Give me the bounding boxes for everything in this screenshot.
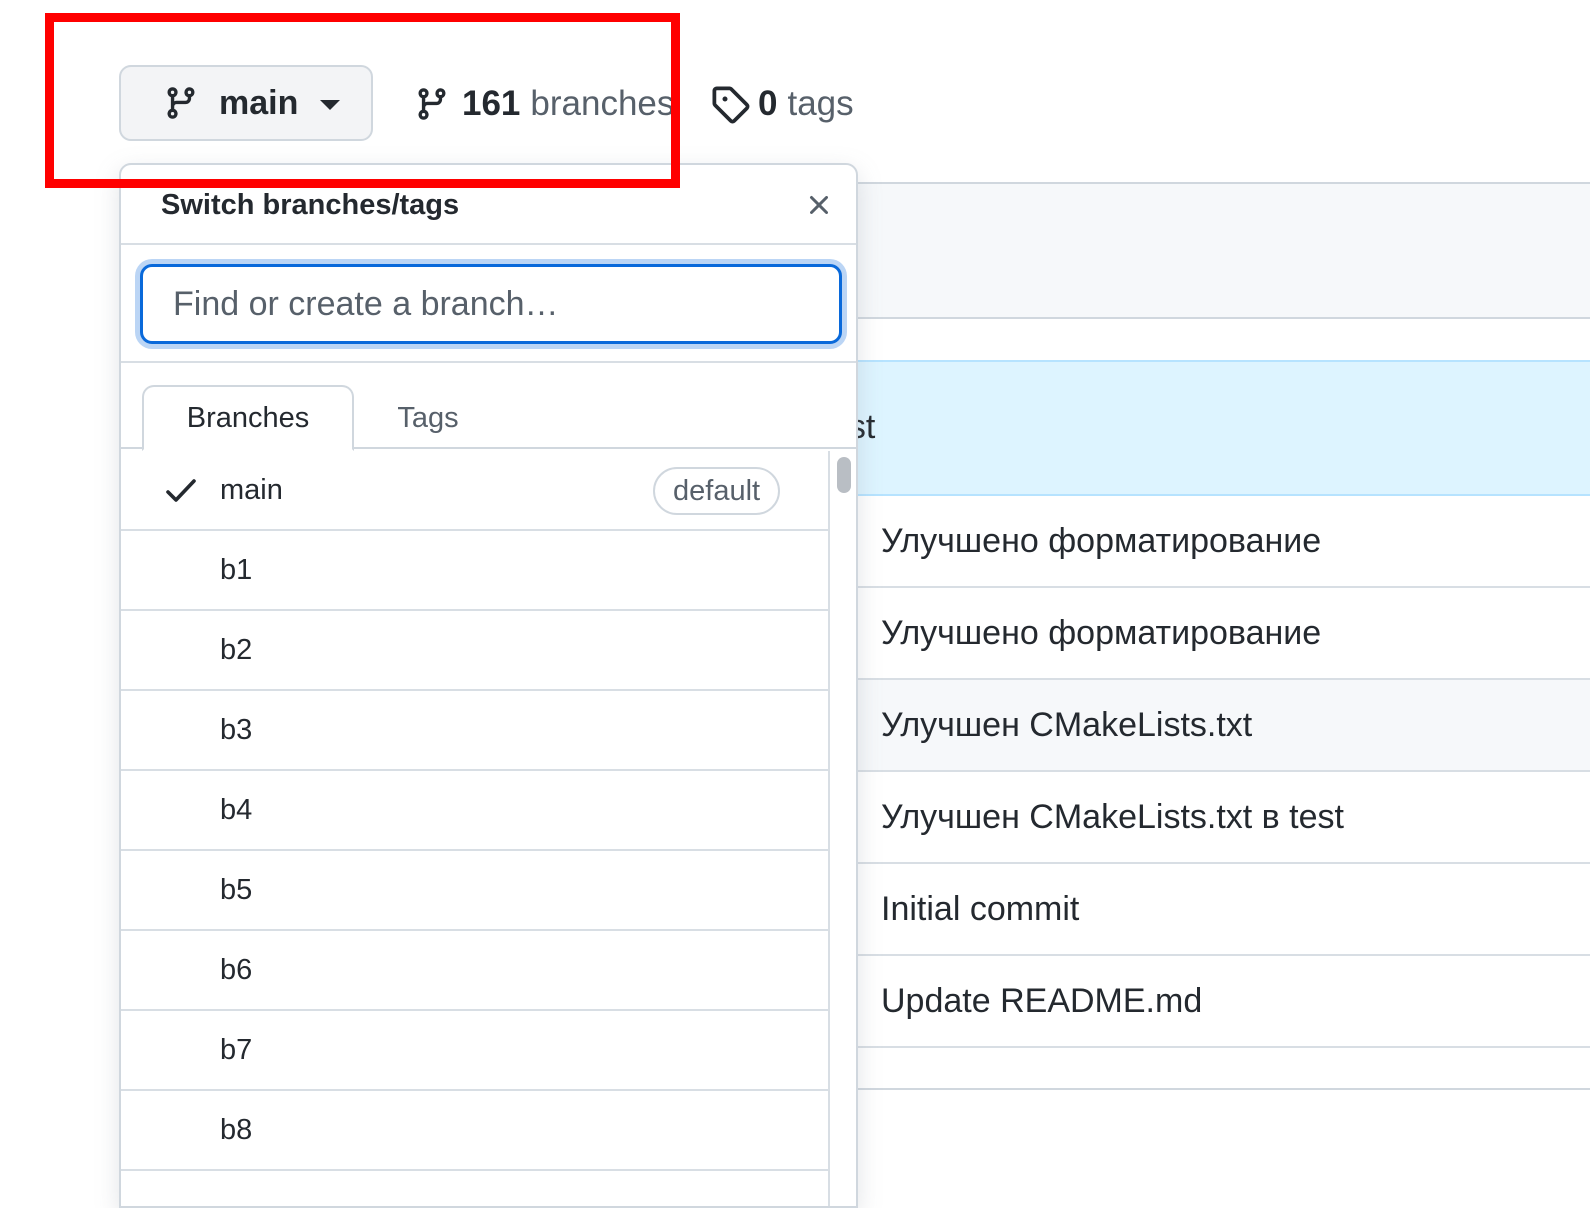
check-icon bbox=[165, 477, 197, 505]
commit-row[interactable]: Улучшен CMakeLists.txt в test bbox=[820, 772, 1590, 864]
default-badge: default bbox=[653, 467, 781, 515]
branch-item[interactable]: b3 bbox=[121, 691, 828, 771]
dropdown-title: Switch branches/tags bbox=[161, 189, 460, 221]
commit-row[interactable]: Улучшено форматирование bbox=[820, 588, 1590, 680]
branches-count-link[interactable]: 161 branches bbox=[414, 80, 674, 128]
commit-row[interactable]: Улучшено форматирование bbox=[820, 496, 1590, 588]
branch-item[interactable]: b6 bbox=[121, 931, 828, 1011]
commit-list-header bbox=[820, 184, 1590, 319]
branch-item[interactable]: b2 bbox=[121, 611, 828, 691]
branch-select-button[interactable]: main bbox=[119, 65, 373, 141]
scrollbar-thumb[interactable] bbox=[837, 457, 851, 493]
branch-select-label: main bbox=[219, 83, 299, 122]
branch-item-label: b7 bbox=[220, 1033, 253, 1066]
branches-label: branches bbox=[530, 84, 675, 123]
commit-message[interactable]: Улучшен CMakeLists.txt bbox=[881, 706, 1252, 745]
branch-item[interactable]: b7 bbox=[121, 1011, 828, 1091]
branch-item[interactable]: b8 bbox=[121, 1091, 828, 1171]
branch-item-label: b5 bbox=[220, 873, 253, 906]
tags-count: 0 bbox=[758, 84, 778, 123]
commit-message[interactable]: Update README.md bbox=[881, 982, 1202, 1021]
branch-item[interactable]: b5 bbox=[121, 851, 828, 931]
caret-down-icon bbox=[320, 100, 341, 110]
commit-list-background: est Улучшено форматирование Улучшено фор… bbox=[820, 182, 1590, 1092]
branch-item-label: b6 bbox=[220, 953, 253, 986]
tab-branches[interactable]: Branches bbox=[142, 385, 354, 451]
git-branch-icon bbox=[163, 83, 199, 123]
highlighted-commit-row[interactable]: est bbox=[820, 360, 1590, 496]
branch-item-label: b2 bbox=[220, 633, 253, 666]
dropdown-header: Switch branches/tags bbox=[121, 165, 856, 245]
tags-label: tags bbox=[787, 84, 854, 123]
branch-item-label: b4 bbox=[220, 793, 253, 826]
commit-list-footer bbox=[820, 1050, 1590, 1090]
commit-row[interactable]: Initial commit bbox=[820, 864, 1590, 956]
branch-item-label: b1 bbox=[220, 553, 253, 586]
close-icon[interactable] bbox=[803, 189, 835, 221]
commit-row[interactable]: Update README.md bbox=[820, 956, 1590, 1048]
search-section bbox=[121, 245, 856, 363]
commit-message[interactable]: Initial commit bbox=[881, 890, 1079, 929]
tags-count-link[interactable]: 0 tags bbox=[710, 80, 854, 128]
branch-switcher-dropdown: Switch branches/tags Branches Tags main … bbox=[119, 163, 858, 1208]
tab-bar: Branches Tags bbox=[121, 363, 856, 451]
branch-item-main[interactable]: main default bbox=[121, 451, 828, 531]
tab-tags[interactable]: Tags bbox=[373, 385, 483, 451]
tag-icon bbox=[710, 84, 750, 124]
branch-item-label: b3 bbox=[220, 713, 253, 746]
branch-item-label: b8 bbox=[220, 1113, 253, 1146]
branch-search-input[interactable] bbox=[140, 264, 842, 344]
branch-item[interactable]: b4 bbox=[121, 771, 828, 851]
git-branch-icon bbox=[414, 84, 450, 124]
branches-count: 161 bbox=[462, 84, 521, 123]
branch-item[interactable]: b1 bbox=[121, 531, 828, 611]
commit-message[interactable]: Улучшено форматирование bbox=[881, 522, 1321, 561]
branch-list: main default b1 b2 b3 b4 b5 b6 b7 b8 bbox=[121, 451, 828, 1206]
commit-message[interactable]: Улучшено форматирование bbox=[881, 614, 1321, 653]
branch-item-label: main bbox=[220, 473, 283, 506]
branch-list-scrollbar[interactable] bbox=[828, 451, 856, 1206]
commit-message[interactable]: Улучшен CMakeLists.txt в test bbox=[881, 798, 1344, 837]
commit-row[interactable]: Улучшен CMakeLists.txt bbox=[820, 680, 1590, 772]
